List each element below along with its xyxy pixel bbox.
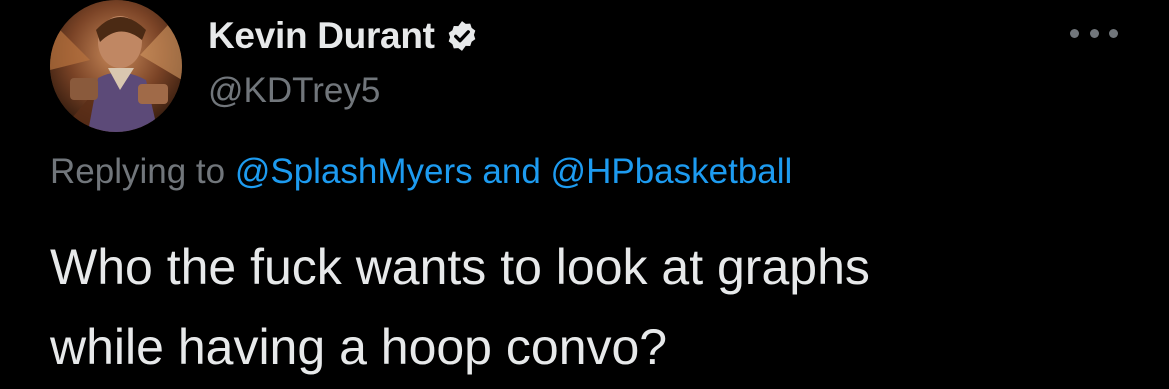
more-dot: [1070, 28, 1079, 38]
more-dot: [1109, 28, 1118, 38]
tweet-text-line: Who the fuck wants to look at graphs: [50, 239, 870, 295]
verified-badge-icon: [445, 19, 479, 53]
more-options-icon[interactable]: [1070, 18, 1118, 48]
more-dot: [1089, 28, 1099, 38]
tweet-text: Who the fuck wants to look at graphs whi…: [50, 227, 1130, 387]
avatar-image: [50, 0, 182, 132]
reply-conjunction: and: [482, 152, 541, 191]
mention-link-splashmyers[interactable]: @SplashMyers: [235, 152, 473, 191]
mention-link-hpbasketball[interactable]: @HPbasketball: [551, 152, 793, 191]
avatar[interactable]: [50, 0, 182, 132]
tweet-text-line: while having a hoop convo?: [50, 319, 668, 375]
name-row: Kevin Durant: [208, 14, 479, 58]
display-name[interactable]: Kevin Durant: [208, 15, 435, 57]
tweet: Kevin Durant @KDTrey5 Replying to @Splas…: [0, 0, 1169, 389]
replying-to-line: Replying to @SplashMyers and @HPbasketba…: [50, 152, 792, 192]
replying-to-label: Replying to: [50, 152, 226, 191]
user-handle[interactable]: @KDTrey5: [208, 71, 380, 111]
